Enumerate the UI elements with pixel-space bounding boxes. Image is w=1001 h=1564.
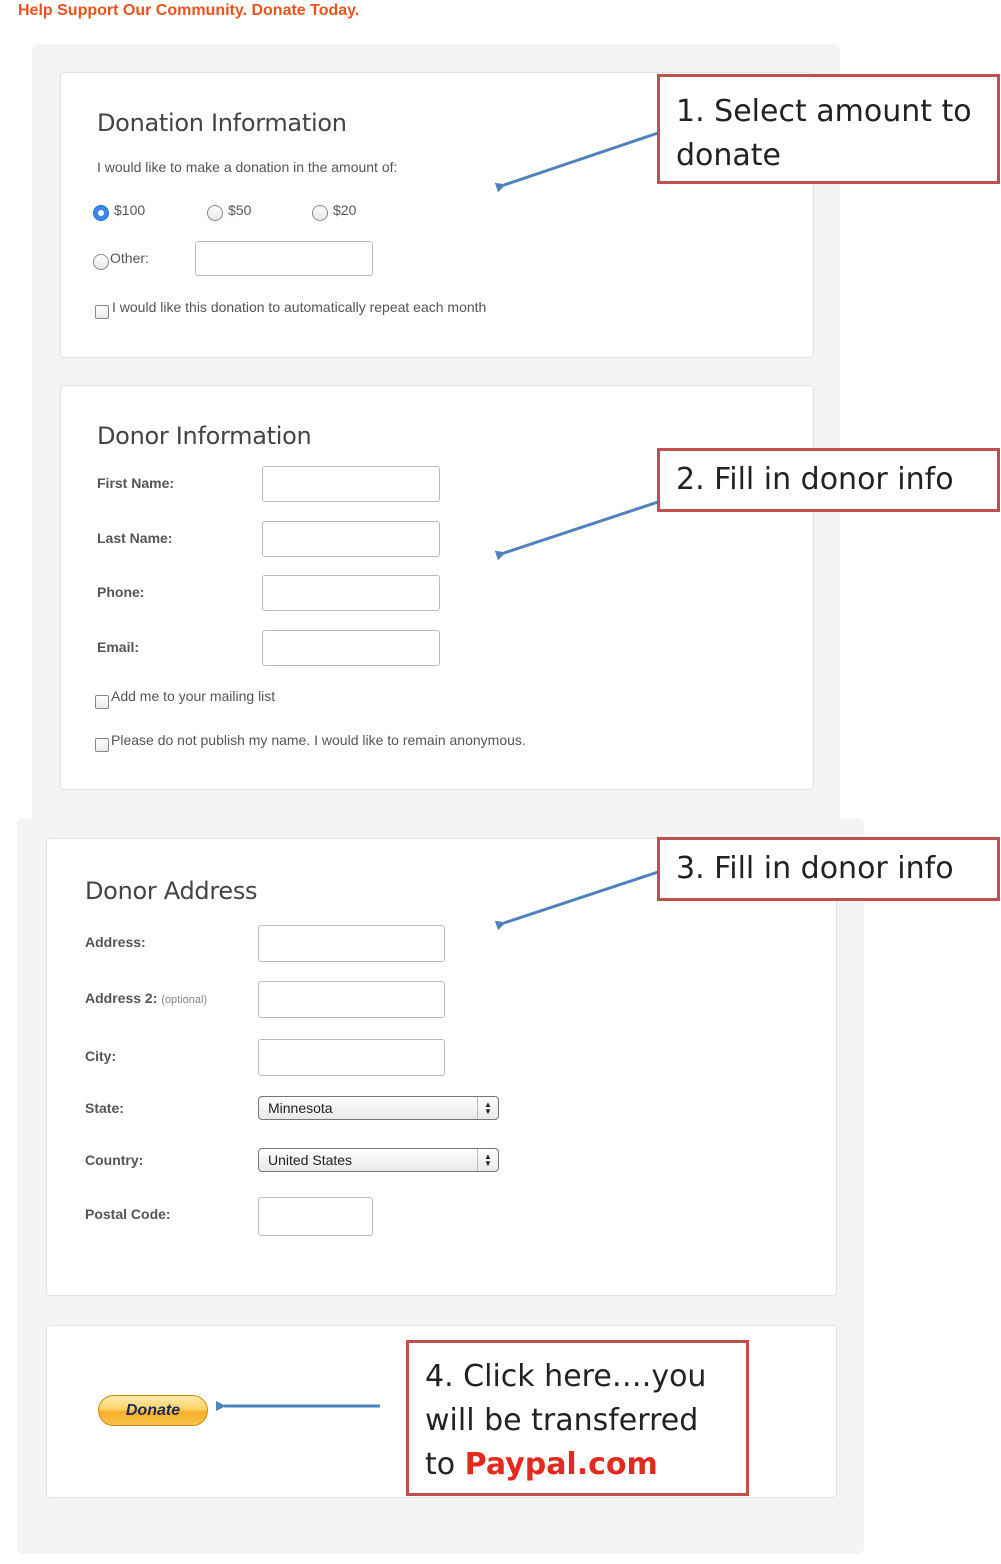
amount-other-label[interactable]: Other: bbox=[110, 250, 149, 266]
address-input[interactable] bbox=[258, 925, 445, 962]
country-select[interactable]: United States ▲ ▼ bbox=[258, 1148, 499, 1172]
city-input[interactable] bbox=[258, 1039, 445, 1076]
callout-4-line1: 4. Click here….you bbox=[425, 1359, 707, 1394]
address2-optional-note: (optional) bbox=[161, 994, 208, 1006]
donation-section-title: Donation Information bbox=[97, 109, 347, 137]
last-name-label: Last Name: bbox=[97, 530, 173, 546]
address2-input[interactable] bbox=[258, 981, 445, 1018]
amount-20-radio[interactable] bbox=[312, 205, 328, 221]
mailing-list-label[interactable]: Add me to your mailing list bbox=[111, 688, 275, 704]
donor-section-title: Donor Information bbox=[97, 422, 312, 450]
phone-input[interactable] bbox=[262, 575, 440, 611]
callout-4-line3: to Paypal.com bbox=[425, 1443, 730, 1487]
postal-code-input[interactable] bbox=[258, 1197, 373, 1236]
donor-address-card: Donor Address Address: Address 2: (optio… bbox=[46, 838, 837, 1296]
state-select-value: Minnesota bbox=[268, 1100, 333, 1116]
country-select-value: United States bbox=[268, 1152, 353, 1168]
address-label: Address: bbox=[85, 934, 146, 950]
address2-label: Address 2: (optional) bbox=[85, 990, 207, 1006]
amount-50-label[interactable]: $50 bbox=[228, 202, 251, 218]
callout-4-line2: will be transferred bbox=[425, 1403, 699, 1438]
donation-prompt: I would like to make a donation in the a… bbox=[97, 159, 398, 175]
select-arrows-icon: ▲ ▼ bbox=[477, 1097, 498, 1119]
callout-donor-address: 3. Fill in donor info bbox=[657, 837, 1000, 901]
email-input[interactable] bbox=[262, 630, 440, 666]
state-label: State: bbox=[85, 1100, 124, 1116]
city-label: City: bbox=[85, 1048, 117, 1064]
select-arrows-icon: ▲ ▼ bbox=[477, 1149, 498, 1171]
last-name-input[interactable] bbox=[262, 521, 440, 557]
address2-label-text: Address 2: bbox=[85, 990, 158, 1006]
phone-label: Phone: bbox=[97, 584, 145, 600]
callout-click-donate: 4. Click here….you will be transferred t… bbox=[406, 1340, 749, 1496]
callout-select-amount: 1. Select amount to donate bbox=[657, 74, 1000, 184]
anonymous-checkbox[interactable] bbox=[95, 738, 109, 752]
amount-other-radio[interactable] bbox=[93, 254, 109, 270]
country-label: Country: bbox=[85, 1152, 144, 1168]
anonymous-label[interactable]: Please do not publish my name. I would l… bbox=[111, 732, 526, 748]
repeat-monthly-label[interactable]: I would like this donation to automatica… bbox=[112, 299, 486, 315]
callout-4-prefix: to bbox=[425, 1447, 465, 1482]
state-select[interactable]: Minnesota ▲ ▼ bbox=[258, 1096, 499, 1120]
repeat-monthly-checkbox[interactable] bbox=[95, 305, 109, 319]
callout-donor-info: 2. Fill in donor info bbox=[657, 448, 1000, 512]
first-name-input[interactable] bbox=[262, 466, 440, 502]
amount-100-label[interactable]: $100 bbox=[114, 202, 145, 218]
amount-20-label[interactable]: $20 bbox=[333, 202, 356, 218]
paypal-link-text: Paypal.com bbox=[464, 1447, 658, 1482]
top-banner: Help Support Our Community. Donate Today… bbox=[18, 2, 360, 19]
address-section-title: Donor Address bbox=[85, 877, 258, 905]
postal-code-label: Postal Code: bbox=[85, 1206, 171, 1222]
amount-50-radio[interactable] bbox=[207, 205, 223, 221]
donate-button[interactable]: Donate bbox=[98, 1395, 208, 1426]
email-label: Email: bbox=[97, 639, 140, 655]
amount-100-radio[interactable] bbox=[93, 205, 109, 221]
first-name-label: First Name: bbox=[97, 475, 175, 491]
mailing-list-checkbox[interactable] bbox=[95, 695, 109, 709]
donor-information-card: Donor Information First Name: Last Name:… bbox=[60, 385, 814, 790]
other-amount-input[interactable] bbox=[195, 241, 373, 276]
